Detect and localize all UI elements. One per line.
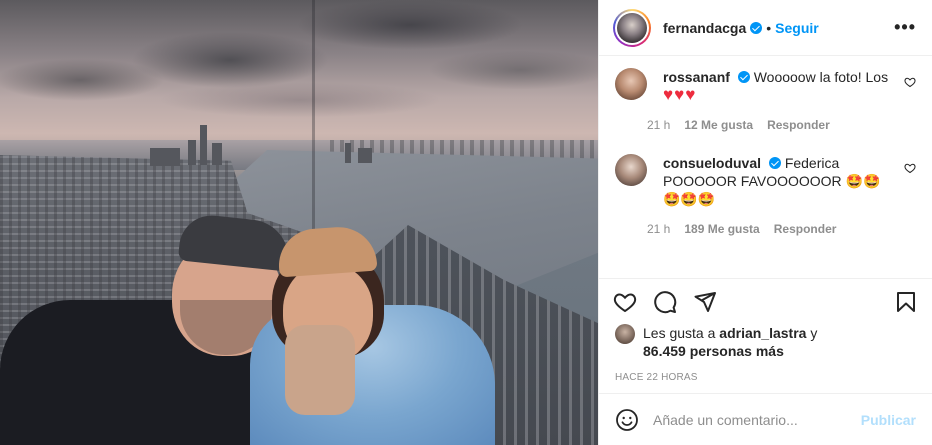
tower	[150, 148, 180, 166]
commenter-avatar[interactable]	[615, 154, 647, 186]
post-header: fernandacga • Seguir •••	[599, 0, 932, 56]
reply-button[interactable]: Responder	[767, 118, 830, 132]
comment-icon[interactable]	[653, 290, 677, 314]
action-bar	[599, 278, 932, 324]
tower	[358, 148, 372, 163]
post-photo[interactable]	[0, 0, 598, 445]
publish-button[interactable]: Publicar	[861, 412, 916, 428]
liker-avatar[interactable]	[615, 324, 635, 344]
separator-dot: •	[766, 19, 772, 36]
likes-prefix: Les gusta a	[643, 325, 716, 341]
verified-icon	[737, 71, 750, 83]
post-side-panel: fernandacga • Seguir ••• rossananf Woooo…	[598, 0, 932, 445]
comment-item: rossananf Wooooow la foto! Los ♥♥♥ 21 h …	[615, 68, 916, 132]
author-avatar[interactable]	[617, 12, 647, 43]
more-icon[interactable]: •••	[894, 17, 916, 38]
reply-button[interactable]: Responder	[774, 222, 837, 236]
comment-text: Wooooow la foto! Los	[753, 69, 889, 85]
add-comment-bar: Publicar	[599, 393, 932, 445]
share-icon[interactable]	[693, 290, 717, 314]
follow-button[interactable]: Seguir	[775, 20, 819, 36]
heart-icon[interactable]	[904, 162, 916, 174]
comment-likes[interactable]: 189 Me gusta	[684, 222, 759, 236]
comment-item: consueloduval Federica POOOOOR FAVOOOOOO…	[615, 154, 916, 236]
comment-username[interactable]: consueloduval	[663, 155, 761, 171]
comment-meta: 21 h 12 Me gusta Responder	[647, 118, 893, 132]
window-frame	[312, 0, 315, 230]
comment-username[interactable]: rossananf	[663, 69, 730, 85]
woman-scarf	[285, 325, 355, 415]
liker-username[interactable]: adrian_lastra	[719, 325, 806, 341]
post-timestamp[interactable]: HACE 22 HORAS	[599, 360, 932, 383]
likes-count[interactable]: 86.459 personas más	[643, 343, 784, 359]
tower	[212, 143, 222, 165]
verified-icon	[768, 157, 781, 169]
sky-clouds	[0, 0, 598, 150]
instagram-post: fernandacga • Seguir ••• rossananf Woooo…	[0, 0, 932, 445]
comments-list: rossananf Wooooow la foto! Los ♥♥♥ 21 h …	[599, 56, 932, 278]
heart-icon[interactable]	[904, 76, 916, 88]
tower	[345, 143, 351, 163]
comment-likes[interactable]: 12 Me gusta	[684, 118, 753, 132]
comment-meta: 21 h 189 Me gusta Responder	[647, 222, 893, 236]
heart-icon[interactable]	[613, 290, 637, 314]
comment-input[interactable]	[653, 411, 853, 428]
comment-time[interactable]: 21 h	[647, 222, 670, 236]
comment-emoji: ♥♥♥	[663, 85, 697, 104]
author-username[interactable]: fernandacga	[663, 20, 746, 36]
comment-time[interactable]: 21 h	[647, 118, 670, 132]
likes-conj: y	[810, 325, 818, 341]
verified-icon	[750, 21, 763, 34]
tower	[200, 125, 207, 165]
emoji-icon[interactable]	[615, 408, 639, 432]
author-avatar-ring[interactable]	[613, 8, 651, 47]
commenter-avatar[interactable]	[615, 68, 647, 100]
bookmark-icon[interactable]	[894, 290, 918, 314]
tower	[188, 140, 196, 165]
likes-summary: Les gusta a adrian_lastra y 86.459 perso…	[599, 324, 932, 360]
